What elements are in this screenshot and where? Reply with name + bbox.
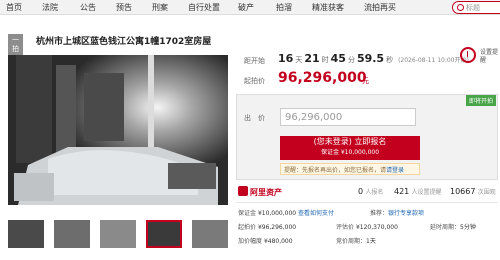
alarm-clock-icon[interactable] (460, 47, 476, 63)
cycle-info: 竞价周期：1天 (336, 236, 376, 245)
search-icon (457, 4, 464, 11)
nav-item-preview[interactable]: 预告 (116, 2, 132, 13)
increment-info: 加价幅度 ¥480,000 (238, 236, 293, 245)
nav-item-self-disposal[interactable]: 自行处置 (188, 2, 220, 13)
recommend-label: 推荐： (370, 210, 389, 217)
delay-info: 延时周期：5分钟 (430, 222, 476, 231)
search-box[interactable]: 标题 (452, 1, 500, 14)
nav-item-notice[interactable]: 公告 (80, 2, 96, 13)
brand-logo-text: 阿里资产 (250, 188, 282, 197)
increment-value: ¥480,000 (263, 238, 293, 245)
signup-count-label: 人报名 (365, 189, 384, 196)
bank-loan-link[interactable]: 银行专享款项 (388, 210, 424, 217)
delay-value: 5分钟 (460, 224, 476, 231)
bid-amount-input[interactable]: 96,296,000 (280, 108, 416, 126)
nav-item-court[interactable]: 法院 (42, 2, 58, 13)
signup-button[interactable]: (您未登录) 立即报名 保证金 ¥10,000,000 (280, 136, 420, 160)
divider (236, 202, 498, 203)
signup-count-value: 0 (358, 187, 364, 196)
signup-deposit-label: 保证金 ¥10,000,000 (320, 149, 380, 156)
thumbnail-2[interactable] (54, 220, 90, 248)
countdown-minutes: 45 (330, 52, 346, 65)
nav-item-criminal[interactable]: 刑案 (152, 2, 168, 13)
eval-price-info: 评估价 ¥120,370,000 (336, 222, 398, 231)
deposit-label: 保证金 (238, 210, 257, 217)
bid-label: 出 价 (244, 114, 265, 122)
countdown-label: 距开始 (244, 57, 265, 65)
countdown-timer: 16 天 21 时 45 分 59.5 秒 (2026-08-11 10:00开始) (278, 52, 469, 65)
increment-label: 加价幅度 (238, 238, 263, 245)
delay-label: 延时周期： (430, 224, 461, 231)
signup-tip-text: 提醒：先报名再出价，如您已报名，请 (284, 167, 387, 174)
nav-item-hot[interactable]: 拍溜 (276, 2, 292, 13)
reminder-count-label: 人设置提醒 (411, 189, 442, 196)
reminder-count: 421 人设置提醒 (394, 187, 442, 196)
thumbnail-3[interactable] (100, 220, 136, 248)
login-link[interactable]: 请登录 (386, 167, 404, 174)
view-count: 10667 次围观 (450, 187, 496, 196)
eval-price-label: 评估价 (336, 224, 355, 231)
signup-button-label: (您未登录) 立即报名 (313, 137, 387, 146)
view-count-label: 次围观 (477, 189, 496, 196)
countdown-seconds: 59.5 (356, 52, 385, 65)
how-to-pay-link[interactable]: 查看如何支付 (298, 210, 334, 217)
view-count-value: 10667 (450, 187, 476, 196)
status-badge: 即将开拍 (466, 95, 497, 106)
signup-tip: 提醒：先报名再出价，如您已报名，请请登录 (280, 163, 420, 175)
signup-count: 0 人报名 (358, 187, 383, 196)
page-title: 杭州市上城区蓝色钱江公寓1幢1702室房屋 (36, 37, 212, 47)
deposit-info: 保证金 ¥10,000,000 查看如何支付 (238, 208, 334, 217)
start-price-info-value: ¥96,296,000 (257, 224, 297, 231)
recommend-info: 推荐：银行专享款项 (370, 208, 424, 217)
eval-price-value: ¥120,370,000 (355, 224, 398, 231)
nav-item-bankruptcy[interactable]: 破产 (238, 2, 254, 13)
countdown-hours: 21 (304, 52, 320, 65)
thumbnail-4[interactable] (146, 220, 182, 248)
top-nav: 首页 法院 公告 预告 刑案 自行处置 破产 拍溜 精准获客 流拍再买 标题 (0, 0, 500, 15)
start-price-info: 起拍价 ¥96,296,000 (238, 222, 296, 231)
nav-item-relist[interactable]: 流拍再买 (364, 2, 396, 13)
countdown-days-unit: 天 (295, 56, 303, 64)
brand-logo[interactable]: 阿里资产 (238, 186, 282, 198)
set-reminder-link[interactable]: 设置提醒 (480, 49, 498, 65)
auction-round-tag: 一拍 (8, 34, 23, 56)
countdown-seconds-unit: 秒 (386, 56, 394, 64)
thumbnail-5[interactable] (192, 220, 228, 248)
start-price-value: 96,296,000 (278, 70, 367, 86)
start-price-info-label: 起拍价 (238, 224, 257, 231)
reminder-count-value: 421 (394, 187, 410, 196)
deposit-value: ¥10,000,000 (257, 210, 297, 217)
brand-logo-icon (238, 186, 248, 196)
countdown-days: 16 (278, 52, 294, 65)
start-price-label: 起拍价 (244, 77, 265, 85)
thumbnail-1[interactable] (8, 220, 44, 248)
nav-item-home[interactable]: 首页 (6, 2, 22, 13)
main-photo[interactable] (8, 55, 228, 205)
countdown-start-date: (2026-08-11 10:00开始) (398, 57, 469, 64)
countdown-hours-unit: 时 (321, 56, 329, 64)
cycle-label: 竞价周期： (336, 238, 367, 245)
search-input[interactable]: 标题 (466, 3, 480, 13)
room-photo-icon (8, 55, 228, 205)
start-price-unit: 元 (362, 77, 369, 85)
nav-item-precise[interactable]: 精准获客 (312, 2, 344, 13)
cycle-value: 1天 (366, 238, 376, 245)
countdown-minutes-unit: 分 (347, 56, 355, 64)
